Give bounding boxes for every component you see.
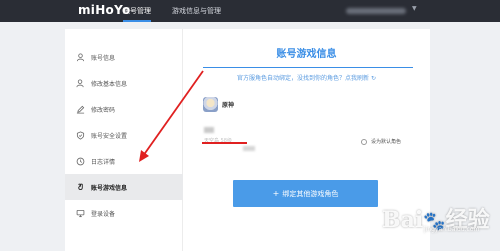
user-account-blurred[interactable] <box>346 8 406 14</box>
main-card: 账号信息 修改基本信息 修改密码 账号安全设置 日志详情 账号游戏信息 登录设备… <box>65 29 430 251</box>
gamepad-icon <box>75 182 85 192</box>
user-edit-icon <box>75 78 85 88</box>
chevron-down-icon[interactable]: ▼ <box>412 5 417 12</box>
plus-icon: + <box>272 189 280 198</box>
role-uid-blurred <box>243 146 255 151</box>
sidebar-item-label: 账号安全设置 <box>91 132 128 140</box>
default-role-label: 设为默认角色 <box>371 139 402 145</box>
bind-other-role-button[interactable]: + 绑定其他游戏角色 <box>233 180 378 207</box>
sidebar-item-change-password[interactable]: 修改密码 <box>65 96 183 122</box>
nav-game-info[interactable]: 游戏信息与管理 <box>172 0 221 22</box>
sidebar-item-edit-basic-info[interactable]: 修改基本信息 <box>65 70 183 96</box>
sidebar-item-label: 登录设备 <box>91 210 116 218</box>
title-divider <box>203 67 413 68</box>
nav-account-management[interactable]: 账号管理 <box>123 0 151 22</box>
sidebar-item-label: 账号信息 <box>91 54 116 62</box>
user-icon <box>75 52 85 62</box>
annotation-underline <box>202 142 247 144</box>
sidebar-item-label: 账号游戏信息 <box>91 184 128 192</box>
refresh-hint-text: 官方服角色自动绑定，没找到你的角色？点我刷新 <box>237 75 370 82</box>
sidebar-item-login-devices[interactable]: 登录设备 <box>65 200 183 226</box>
bind-button-label: 绑定其他游戏角色 <box>282 189 339 198</box>
sidebar-item-label: 修改基本信息 <box>91 80 128 88</box>
pencil-icon <box>75 104 85 114</box>
monitor-icon <box>75 208 85 218</box>
sidebar-item-label: 修改密码 <box>91 106 116 114</box>
game-name: 原神 <box>222 102 235 109</box>
sidebar-item-security-settings[interactable]: 账号安全设置 <box>65 122 183 148</box>
shield-icon <box>75 130 85 140</box>
sidebar: 账号信息 修改基本信息 修改密码 账号安全设置 日志详情 账号游戏信息 登录设备 <box>65 29 183 251</box>
sidebar-item-account-info[interactable]: 账号信息 <box>65 44 183 70</box>
game-header: 原神 <box>203 97 234 112</box>
game-avatar <box>203 97 218 112</box>
set-default-role-option[interactable]: 设为默认角色 <box>361 138 401 145</box>
sidebar-item-game-info[interactable]: 账号游戏信息 <box>65 174 183 200</box>
clock-icon <box>75 156 85 166</box>
top-nav: miHoYo 账号管理 游戏信息与管理 ▼ <box>0 0 500 22</box>
sidebar-item-label: 日志详情 <box>91 158 116 166</box>
refresh-icon[interactable]: ↻ <box>371 75 376 82</box>
baidu-watermark-url: jingyan.baidu.com <box>424 226 480 233</box>
page-title: 账号游戏信息 <box>276 49 337 60</box>
refresh-hint-link[interactable]: 官方服角色自动绑定，没找到你的角色？点我刷新 ↻ <box>183 73 430 82</box>
default-role-radio[interactable] <box>361 138 367 145</box>
role-name-blurred <box>204 127 214 133</box>
sidebar-item-log-details[interactable]: 日志详情 <box>65 148 183 174</box>
